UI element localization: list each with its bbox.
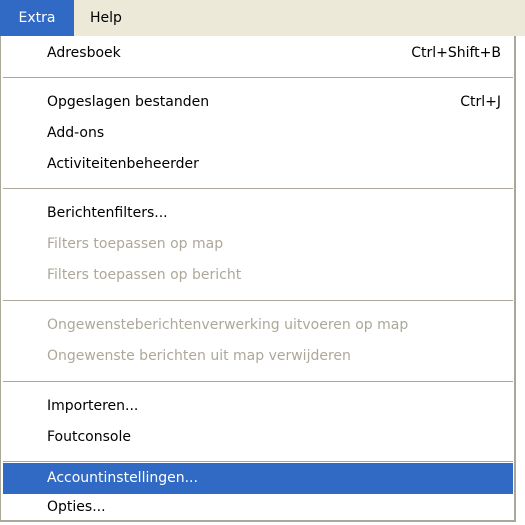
menu-item-add-ons[interactable]: Add-ons (3, 118, 513, 149)
menu-item-opgeslagen-bestanden[interactable]: Opgeslagen bestanden Ctrl+J (3, 87, 513, 118)
menu-item-ongewensteberichtenverwerking: Ongewensteberichtenverwerking uitvoeren … (3, 310, 513, 341)
menu-item-filters-toepassen-op-bericht: Filters toepassen op bericht (3, 260, 513, 291)
menu-item-label: Filters toepassen op map (47, 236, 224, 252)
menu-separator (3, 381, 513, 382)
menu-item-label: Opties... (47, 499, 106, 515)
menu-separator (3, 188, 513, 189)
menu-bar: Extra Help (0, 0, 525, 36)
menu-item-label: Accountinstellingen... (47, 470, 198, 486)
menu-item-opties[interactable]: Opties... (3, 492, 513, 523)
menu-item-ongewenste-berichten-verwijderen: Ongewenste berichten uit map verwijderen (3, 341, 513, 372)
menu-item-label: Ongewenste berichten uit map verwijderen (47, 348, 351, 364)
menu-item-accountinstellingen[interactable]: Accountinstellingen... (3, 463, 513, 494)
menu-item-label: Importeren... (47, 398, 139, 414)
menu-item-label: Filters toepassen op bericht (47, 267, 242, 283)
menu-item-adresboek[interactable]: Adresboek Ctrl+Shift+B (3, 38, 513, 69)
menu-item-importeren[interactable]: Importeren... (3, 391, 513, 422)
menu-item-label: Add-ons (47, 125, 105, 141)
menu-item-filters-toepassen-op-map: Filters toepassen op map (3, 229, 513, 260)
menu-item-shortcut: Ctrl+Shift+B (411, 45, 501, 61)
menu-separator (3, 461, 513, 462)
menu-item-berichtenfilters[interactable]: Berichtenfilters... (3, 198, 513, 229)
menu-separator (3, 77, 513, 78)
menu-item-foutconsole[interactable]: Foutconsole (3, 422, 513, 453)
menu-extra[interactable]: Extra (0, 0, 74, 36)
menu-item-label: Opgeslagen bestanden (47, 94, 210, 110)
menu-item-label: Ongewensteberichtenverwerking uitvoeren … (47, 317, 409, 333)
menu-item-label: Berichtenfilters... (47, 205, 168, 221)
menu-item-activiteitenbeheerder[interactable]: Activiteitenbeheerder (3, 149, 513, 180)
menu-item-label: Adresboek (47, 45, 121, 61)
menu-item-label: Foutconsole (47, 429, 131, 445)
menu-item-shortcut: Ctrl+J (460, 94, 501, 110)
menu-separator (3, 300, 513, 301)
extra-dropdown-menu: Adresboek Ctrl+Shift+B Opgeslagen bestan… (0, 36, 516, 522)
menu-help[interactable]: Help (76, 0, 136, 36)
menu-item-label: Activiteitenbeheerder (47, 156, 199, 172)
